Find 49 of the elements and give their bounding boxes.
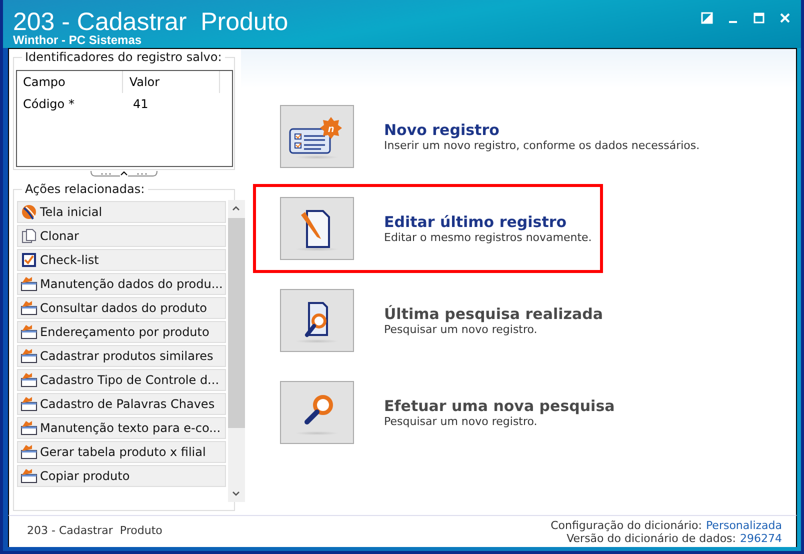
- column-header: Campo: [17, 71, 124, 93]
- window-arrow-icon: [20, 396, 38, 412]
- group-title: Identificadores do registro salvo:: [22, 50, 225, 64]
- action-description: Inserir um novo registro, conforme os dados necessários.: [384, 139, 700, 152]
- related-action-item[interactable]: Consultar dados do produto: [17, 297, 226, 319]
- related-action-item[interactable]: Cadastrar produtos similares: [17, 345, 226, 367]
- related-action-item[interactable]: Gerar tabela produto x filial: [17, 441, 226, 463]
- related-action-item[interactable]: Manutenção dados do produ...: [17, 273, 226, 295]
- window-arrow-icon: [20, 372, 38, 388]
- table-cell-text: Código *: [22, 96, 76, 113]
- window-arrow-icon: [20, 300, 38, 316]
- status-value: 296274: [740, 532, 782, 545]
- window-arrow-icon: [20, 324, 38, 340]
- related-action-item[interactable]: Check-list: [17, 249, 226, 271]
- window-title: 203 - Cadastrar Produto: [13, 10, 288, 34]
- window-arrow-icon: [20, 468, 38, 484]
- status-label: Configuração do dicionário:: [550, 519, 702, 532]
- restore-icon[interactable]: [701, 12, 713, 24]
- action-description: Pesquisar um novo registro.: [384, 323, 538, 336]
- related-action-item[interactable]: Copiar produto: [17, 465, 226, 487]
- documents-icon: [20, 228, 38, 244]
- related-action-item[interactable]: Clonar: [17, 225, 226, 247]
- status-text: 203 - Cadastrar Produto: [27, 523, 162, 537]
- action-title[interactable]: Novo registro: [384, 121, 500, 139]
- related-action-item[interactable]: Cadastro de Palavras Chaves: [17, 393, 226, 415]
- scrollbar[interactable]: [228, 200, 245, 502]
- checkbox-icon: [20, 252, 38, 268]
- status-label: Versão do dicionário de dados:: [566, 532, 736, 545]
- group-title: Ações relacionadas:: [22, 182, 148, 196]
- action-description: Editar o mesmo registros novamente.: [384, 231, 592, 244]
- related-action-item[interactable]: Tela inicial: [17, 201, 226, 223]
- column-header: Valor: [123, 71, 220, 93]
- maximize-icon[interactable]: [753, 12, 765, 24]
- window-arrow-icon: [20, 444, 38, 460]
- splitter-handle[interactable]: [90, 170, 158, 178]
- window-arrow-icon: [20, 420, 38, 436]
- related-action-item[interactable]: Manutenção texto para e-co...: [17, 417, 226, 439]
- related-action-item[interactable]: Cadastro Tipo de Controle d...: [17, 369, 226, 391]
- window-subtitle: Winthor - PC Sistemas: [13, 34, 143, 47]
- related-action-item[interactable]: Endereçamento por produto: [17, 321, 226, 343]
- window-arrow-icon: [20, 348, 38, 364]
- action-title[interactable]: Editar último registro: [384, 213, 567, 231]
- table-cell-text: 41: [132, 96, 150, 113]
- action-description: Pesquisar um novo registro.: [384, 415, 538, 428]
- window-arrow-icon: [20, 276, 38, 292]
- action-button[interactable]: [280, 197, 354, 260]
- close-icon[interactable]: [779, 12, 791, 24]
- swoosh-logo-icon: [20, 204, 38, 220]
- status-value: Personalizada: [706, 519, 782, 532]
